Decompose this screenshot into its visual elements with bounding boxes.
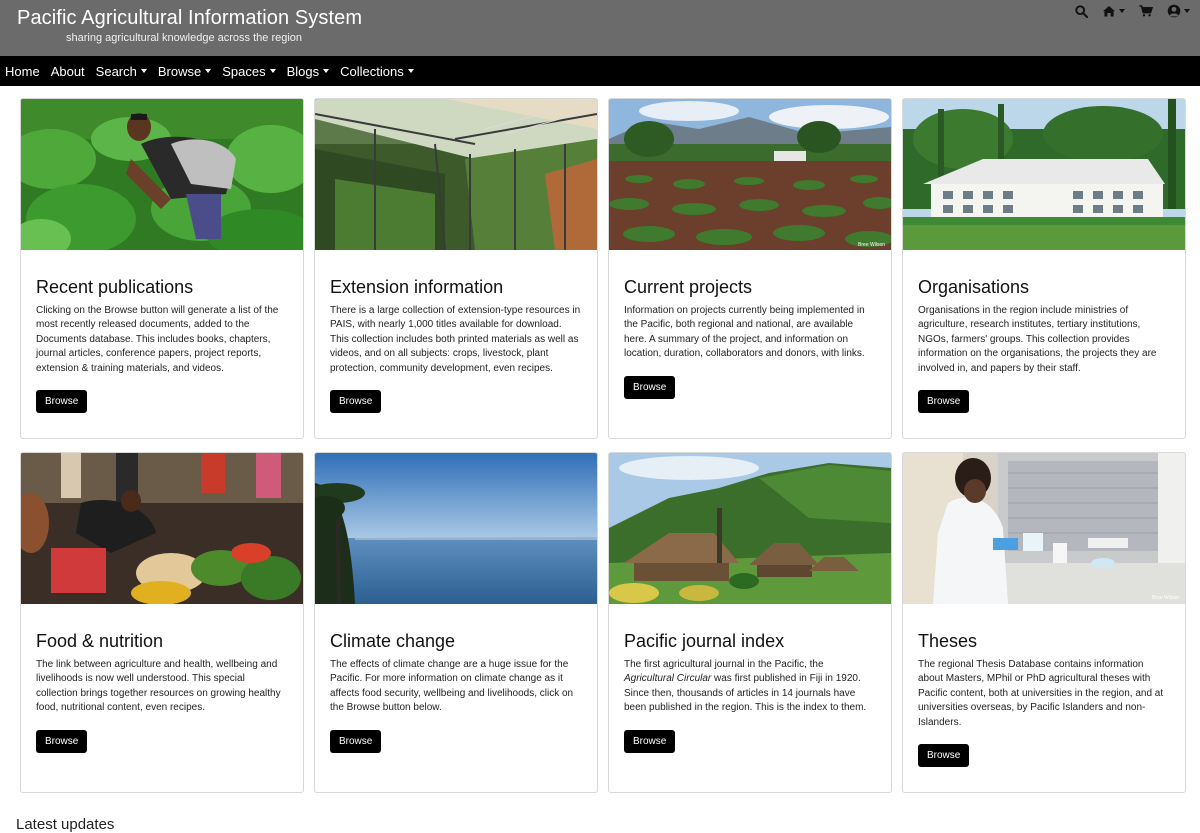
- browse-button[interactable]: Browse: [36, 729, 88, 753]
- organisation-building-image: [903, 99, 1185, 250]
- chevron-down-icon: [323, 69, 330, 73]
- ocean-palm-image: [315, 453, 597, 604]
- card-description: Organisations in the region include mini…: [918, 305, 1157, 374]
- nav-about-label: About: [50, 63, 85, 79]
- card-title: Theses: [918, 631, 978, 651]
- card-description: The effects of climate change are a huge…: [330, 659, 574, 714]
- card-description: The regional Thesis Database contains in…: [918, 659, 1164, 728]
- nav-blogs-label: Blogs: [286, 63, 320, 79]
- nav-search[interactable]: Search: [96, 64, 147, 79]
- chevron-down-icon: [1119, 9, 1125, 13]
- laboratory-image: Bree Wilson: [903, 453, 1185, 604]
- browse-button[interactable]: Browse: [330, 729, 382, 753]
- crop-field-image: Bree Wilson: [609, 99, 891, 250]
- photo-credit: Bree Wilson: [858, 242, 885, 248]
- card-current-projects: Bree Wilson Current projects Information…: [608, 98, 892, 439]
- site-header: Pacific Agricultural Information System …: [0, 0, 1200, 56]
- card-title: Organisations: [918, 277, 1030, 297]
- browse-button[interactable]: Browse: [330, 390, 382, 414]
- card-title: Recent publications: [36, 277, 194, 297]
- browse-button[interactable]: Browse: [918, 744, 970, 768]
- browse-button[interactable]: Browse: [918, 390, 970, 414]
- card-title: Pacific journal index: [624, 631, 785, 651]
- card-title: Current projects: [624, 277, 753, 297]
- nav-home[interactable]: Home: [5, 64, 40, 79]
- card-food-nutrition: Food & nutrition The link between agricu…: [20, 452, 304, 793]
- taro-farmer-image: [21, 99, 303, 250]
- nav-spaces[interactable]: Spaces: [222, 63, 276, 79]
- user-menu-button[interactable]: [1167, 4, 1190, 18]
- nav-about[interactable]: About: [51, 64, 85, 79]
- nav-browse-label: Browse: [157, 63, 202, 79]
- card-climate-change: Climate change The effects of climate ch…: [314, 452, 598, 793]
- card-description: The link between agriculture and health,…: [36, 659, 281, 714]
- card-pacific-journal-index: Pacific journal index The first agricult…: [608, 452, 892, 793]
- card-description: Clicking on the Browse button will gener…: [36, 305, 279, 374]
- nav-home-label: Home: [5, 63, 40, 79]
- chevron-down-icon: [1184, 9, 1190, 13]
- card-organisations: Organisations Organisations in the regio…: [902, 98, 1186, 439]
- nav-browse[interactable]: Browse: [157, 63, 212, 79]
- market-image: [21, 453, 303, 604]
- card-description: There is a large collection of extension…: [330, 305, 581, 374]
- card-description: The first agricultural journal in the Pa…: [624, 658, 876, 716]
- browse-button[interactable]: Browse: [624, 375, 676, 399]
- chevron-down-icon: [205, 69, 212, 73]
- card-description: Information on projects currently being …: [624, 305, 865, 360]
- collection-cards: Recent publications Clicking on the Brow…: [20, 98, 1186, 793]
- photo-credit: Bree Wilson: [1152, 595, 1179, 601]
- greenhouse-image: [315, 99, 597, 250]
- site-tagline: sharing agricultural knowledge across th…: [66, 32, 303, 44]
- card-text-part: The first agricultural journal in the Pa…: [624, 659, 824, 670]
- home-menu-button[interactable]: [1102, 5, 1125, 17]
- card-theses: Bree Wilson Theses The regional Thesis D…: [902, 452, 1186, 793]
- chevron-down-icon: [407, 69, 414, 73]
- card-title: Climate change: [330, 631, 456, 651]
- header-icons: [1075, 4, 1190, 18]
- site-title[interactable]: Pacific Agricultural Information System: [17, 7, 362, 30]
- chevron-down-icon: [140, 69, 147, 73]
- search-icon[interactable]: [1075, 4, 1088, 18]
- journal-title: Agricultural Circular: [624, 673, 712, 685]
- home-icon: [1103, 6, 1115, 17]
- main-nav: Home About Search Browse Spaces Blogs Co…: [0, 56, 1200, 86]
- cart-icon[interactable]: [1139, 5, 1153, 17]
- card-recent-publications: Recent publications Clicking on the Brow…: [20, 98, 304, 439]
- chevron-down-icon: [269, 69, 276, 73]
- browse-button[interactable]: Browse: [36, 390, 88, 414]
- nav-collections[interactable]: Collections: [340, 64, 414, 79]
- village-mountains-image: [609, 453, 891, 604]
- section-title: Latest updates: [16, 816, 115, 833]
- card-extension-information: Extension information There is a large c…: [314, 98, 598, 439]
- nav-search-label: Search: [95, 63, 137, 79]
- nav-spaces-label: Spaces: [222, 63, 266, 79]
- nav-collections-label: Collections: [340, 63, 404, 79]
- browse-button[interactable]: Browse: [624, 729, 676, 753]
- nav-blogs[interactable]: Blogs: [287, 64, 330, 79]
- card-title: Food & nutrition: [36, 631, 164, 651]
- user-icon: [1167, 4, 1181, 18]
- card-title: Extension information: [330, 277, 504, 297]
